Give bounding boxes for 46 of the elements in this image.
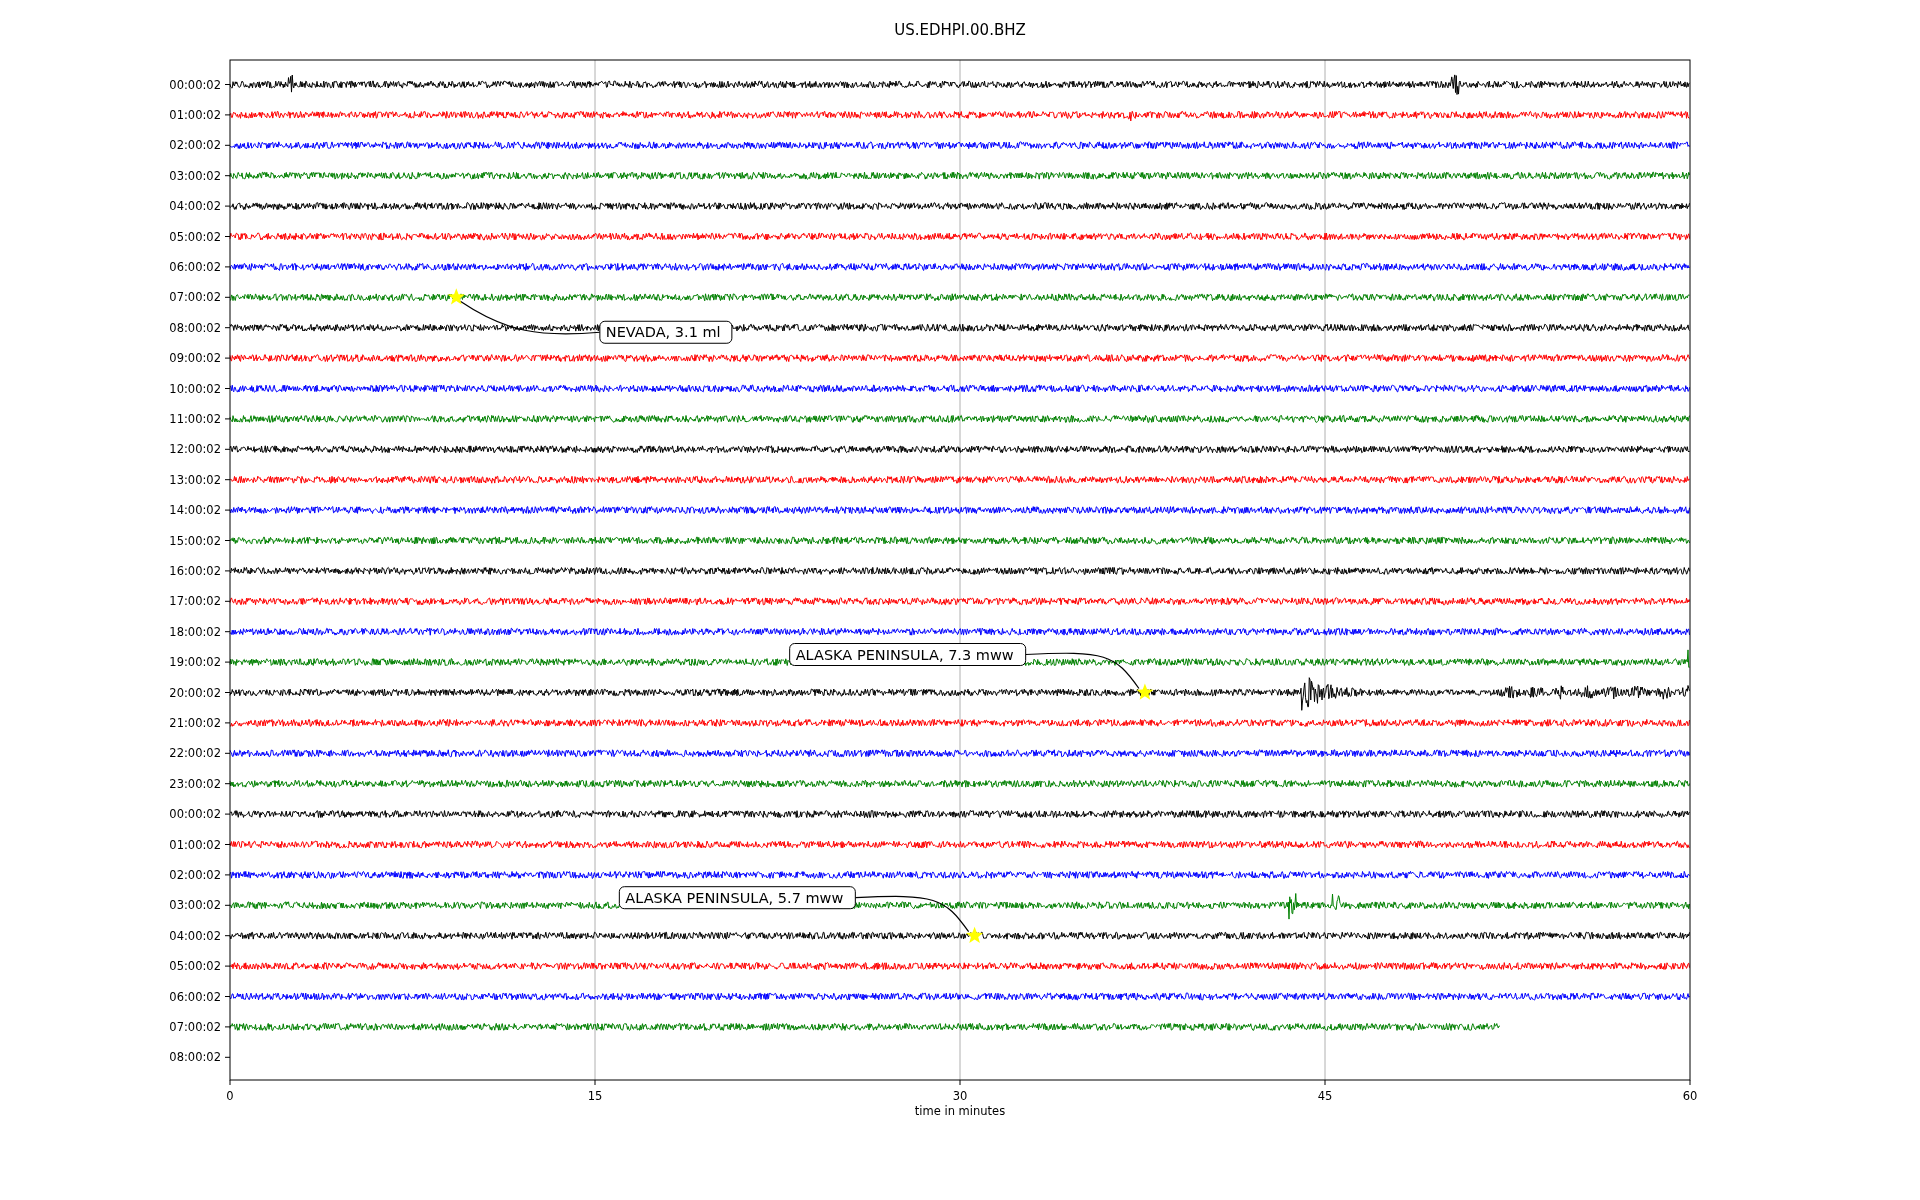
row-time-label: 17:00:02 — [169, 594, 221, 609]
row-time-label: 10:00:02 — [169, 381, 221, 396]
row-time-label: 03:00:02 — [169, 168, 221, 183]
row-time-label: 13:00:02 — [169, 472, 221, 487]
row-time-label: 08:00:02 — [169, 1050, 221, 1065]
row-time-label: 11:00:02 — [169, 411, 221, 426]
row-time-label: 04:00:02 — [169, 199, 221, 214]
star-icon — [1136, 683, 1154, 700]
plot-title: US.EDHPI.00.BHZ — [894, 21, 1026, 39]
star-icon — [447, 288, 465, 305]
x-axis-label: time in minutes — [914, 1104, 1006, 1118]
row-time-label: 03:00:02 — [169, 898, 221, 913]
row-time-label: 01:00:02 — [169, 107, 221, 122]
row-time-label: 15:00:02 — [169, 533, 221, 548]
row-time-label: 06:00:02 — [169, 989, 221, 1004]
row-time-label: 22:00:02 — [169, 746, 221, 761]
row-time-label: 06:00:02 — [169, 259, 221, 274]
row-time-label: 07:00:02 — [169, 290, 221, 305]
row-time-label: 04:00:02 — [169, 928, 221, 943]
row-time-label: 05:00:02 — [169, 959, 221, 974]
x-tick-label: 45 — [1317, 1089, 1333, 1103]
star-icon — [966, 926, 984, 943]
row-time-label: 00:00:02 — [169, 77, 221, 92]
row-time-label: 20:00:02 — [169, 685, 221, 700]
row-time-label: 19:00:02 — [169, 655, 221, 670]
row-time-label: 21:00:02 — [169, 715, 221, 730]
event-label: ALASKA PENINSULA, 7.3 mww — [795, 646, 1014, 663]
x-tick-label: 0 — [226, 1089, 234, 1103]
event-label: ALASKA PENINSULA, 5.7 mww — [625, 889, 844, 906]
x-tick-label: 15 — [587, 1089, 603, 1103]
row-time-label: 00:00:02 — [169, 807, 221, 822]
row-time-label: 01:00:02 — [169, 837, 221, 852]
event-label: NEVADA, 3.1 ml — [605, 324, 721, 341]
x-tick-label: 30 — [952, 1089, 968, 1103]
row-time-label: 05:00:02 — [169, 229, 221, 244]
row-time-label: 14:00:02 — [169, 503, 221, 518]
row-time-label: 02:00:02 — [169, 867, 221, 882]
row-time-label: 16:00:02 — [169, 563, 221, 578]
x-tick-label: 60 — [1682, 1089, 1698, 1103]
row-time-label: 18:00:02 — [169, 624, 221, 639]
row-time-label: 23:00:02 — [169, 776, 221, 791]
row-time-label: 12:00:02 — [169, 442, 221, 457]
row-time-label: 02:00:02 — [169, 138, 221, 153]
row-time-label: 07:00:02 — [169, 1019, 221, 1034]
row-time-label: 09:00:02 — [169, 351, 221, 366]
row-time-label: 08:00:02 — [169, 320, 221, 335]
